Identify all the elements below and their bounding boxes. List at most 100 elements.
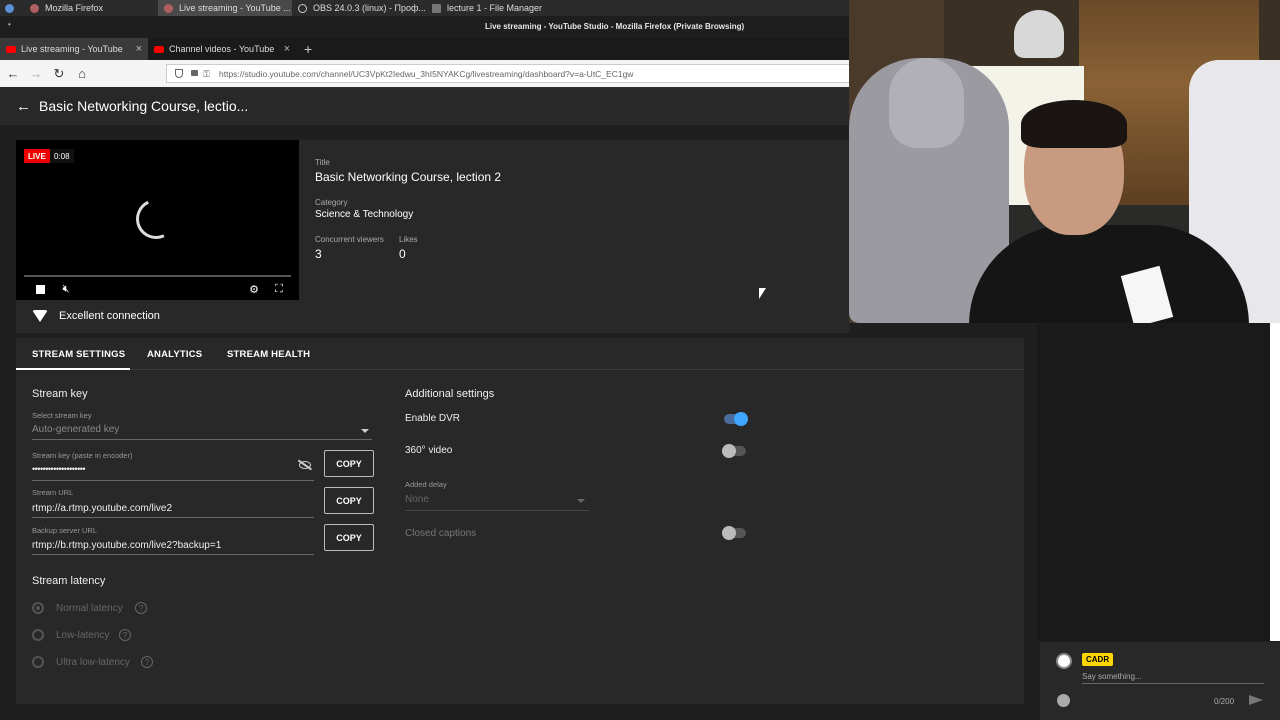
tab-analytics[interactable]: ANALYTICS [147, 349, 202, 360]
chevron-down-icon[interactable] [577, 499, 585, 503]
low-latency-label: Low-latency [56, 630, 110, 641]
browser-tabbar: Live streaming - YouTube × Channel video… [0, 38, 850, 60]
backup-url-underline [32, 554, 314, 555]
browser-navbar: ← → ↻ ⌂ ⚿ https://studio.youtube.com/cha… [0, 60, 850, 87]
help-icon[interactable]: ? [135, 602, 147, 614]
stream-title: Basic Networking Course, lection 2 [315, 170, 502, 184]
help-icon[interactable]: ? [119, 629, 131, 641]
live-badge: LIVE [24, 149, 50, 163]
viewers-value: 3 [315, 247, 322, 261]
connection-status: Excellent connection [16, 300, 850, 333]
window-menu-icon[interactable]: • [8, 20, 11, 29]
home-icon: ⌂ [78, 66, 86, 81]
select-key-value[interactable]: Auto-generated key [32, 424, 119, 435]
browser-tab-live-streaming[interactable]: Live streaming - YouTube × [0, 38, 148, 60]
stop-button[interactable] [33, 282, 47, 296]
webcam-overlay [849, 0, 1280, 323]
mute-button[interactable]: 🔇︎ [59, 282, 73, 296]
firefox-icon [30, 3, 39, 13]
arrow-left-icon: ← [6, 66, 20, 81]
webcam-hood [889, 58, 964, 148]
chat-input-underline [1082, 683, 1264, 684]
emoji-icon[interactable] [1057, 694, 1070, 707]
copy-stream-key-button[interactable]: COPY [324, 450, 374, 477]
close-tab-icon[interactable]: × [284, 43, 290, 55]
added-delay-underline [405, 510, 589, 511]
taskbar-item-file-manager[interactable]: lecture 1 - File Manager [426, 0, 576, 16]
taskbar-item-obs[interactable]: OBS 24.0.3 (linux) - Проф... [292, 0, 426, 16]
lock-icon[interactable] [191, 70, 198, 76]
back-button[interactable]: ← [3, 64, 23, 84]
select-key-label: Select stream key [32, 411, 92, 420]
stream-url-field[interactable]: rtmp://a.rtmp.youtube.com/live2 [32, 503, 172, 514]
stream-key-heading: Stream key [32, 388, 88, 400]
radio-normal-latency[interactable] [32, 602, 44, 614]
stream-key-underline [32, 480, 314, 481]
chat-background [1037, 323, 1270, 641]
video-360-toggle[interactable] [722, 444, 746, 458]
radio-ultra-low-latency[interactable] [32, 656, 44, 668]
enable-dvr-toggle[interactable] [724, 412, 748, 426]
backup-url-label: Backup server URL [32, 526, 98, 535]
backup-url-field[interactable]: rtmp://b.rtmp.youtube.com/live2?backup=1 [32, 540, 221, 551]
taskbar-item-firefox[interactable]: Mozilla Firefox [24, 0, 158, 16]
back-arrow-icon[interactable]: ← [16, 98, 31, 115]
closed-captions-toggle[interactable] [722, 526, 746, 540]
forward-button[interactable]: → [26, 64, 46, 84]
wifi-icon [32, 310, 48, 322]
home-button[interactable]: ⌂ [72, 64, 92, 84]
muted-speaker-icon: 🔇︎ [62, 282, 70, 295]
studio-header: ← Basic Networking Course, lectio... [0, 87, 850, 125]
toggle-knob [734, 412, 748, 426]
copy-stream-url-button[interactable]: COPY [324, 487, 374, 514]
stream-key-label: Stream key (paste in encoder) [32, 451, 133, 460]
char-counter: 0/200 [1214, 697, 1235, 706]
close-tab-icon[interactable]: × [136, 43, 142, 55]
settings-button[interactable]: ⚙ [247, 282, 261, 296]
avatar [1056, 653, 1072, 669]
reload-button[interactable]: ↻ [49, 64, 69, 84]
system-menu-icon [5, 3, 14, 13]
viewers-label: Concurrent viewers [315, 235, 384, 244]
visibility-off-icon[interactable] [299, 461, 311, 469]
os-taskbar: Mozilla Firefox Live streaming - YouTube… [0, 0, 850, 16]
stream-url-label: Stream URL [32, 488, 74, 497]
url-bar[interactable]: ⚿ https://studio.youtube.com/channel/UC3… [166, 64, 850, 83]
tab-stream-health[interactable]: STREAM HEALTH [227, 349, 310, 360]
page-title: Basic Networking Course, lectio... [39, 98, 249, 114]
arrow-right-icon: → [29, 66, 43, 81]
browser-tab-channel-videos[interactable]: Channel videos - YouTube × [148, 38, 296, 60]
tracking-shield-icon[interactable] [175, 69, 183, 78]
radio-low-latency[interactable] [32, 629, 44, 641]
window-titlebar[interactable]: • Live streaming - YouTube Studio - Mozi… [0, 16, 850, 38]
chevron-down-icon[interactable] [361, 429, 369, 433]
category-label: Category [315, 198, 348, 207]
key-icon[interactable]: ⚿ [203, 69, 210, 80]
taskbar-item-label: OBS 24.0.3 (linux) - Проф... [313, 3, 426, 13]
chat-input[interactable]: Say something... [1082, 672, 1142, 681]
video-progress-bar[interactable] [24, 275, 291, 277]
webcam-person-hair [1021, 100, 1127, 148]
stream-key-field[interactable]: •••••••••••••••••••• [32, 464, 86, 474]
obs-icon [298, 3, 307, 13]
taskbar-item-live-streaming[interactable]: Live streaming - YouTube ... [158, 0, 292, 16]
title-label: Title [315, 158, 330, 167]
active-tab-indicator [16, 368, 130, 370]
fullscreen-button[interactable]: ⛶ [272, 282, 286, 296]
live-chat-input-panel: CADR Say something... 0/200 [1040, 642, 1280, 720]
app-menu-button[interactable] [0, 0, 24, 16]
ultra-low-latency-label: Ultra low-latency [56, 657, 130, 668]
webcam-lamp [1014, 10, 1064, 58]
send-icon[interactable] [1249, 695, 1263, 705]
added-delay-select[interactable]: None [405, 494, 429, 505]
new-tab-button[interactable]: + [304, 41, 312, 57]
copy-backup-url-button[interactable]: COPY [324, 524, 374, 551]
video-360-label: 360° video [405, 445, 453, 456]
help-icon[interactable]: ? [141, 656, 153, 668]
category-value: Science & Technology [315, 209, 414, 220]
stop-icon [35, 284, 45, 294]
browser-tab-label: Live streaming - YouTube [21, 44, 123, 54]
tab-stream-settings[interactable]: STREAM SETTINGS [32, 349, 125, 360]
stream-preview[interactable]: LIVE 0:08 🔇︎ ⚙ ⛶ [16, 140, 299, 300]
likes-value: 0 [399, 247, 406, 261]
